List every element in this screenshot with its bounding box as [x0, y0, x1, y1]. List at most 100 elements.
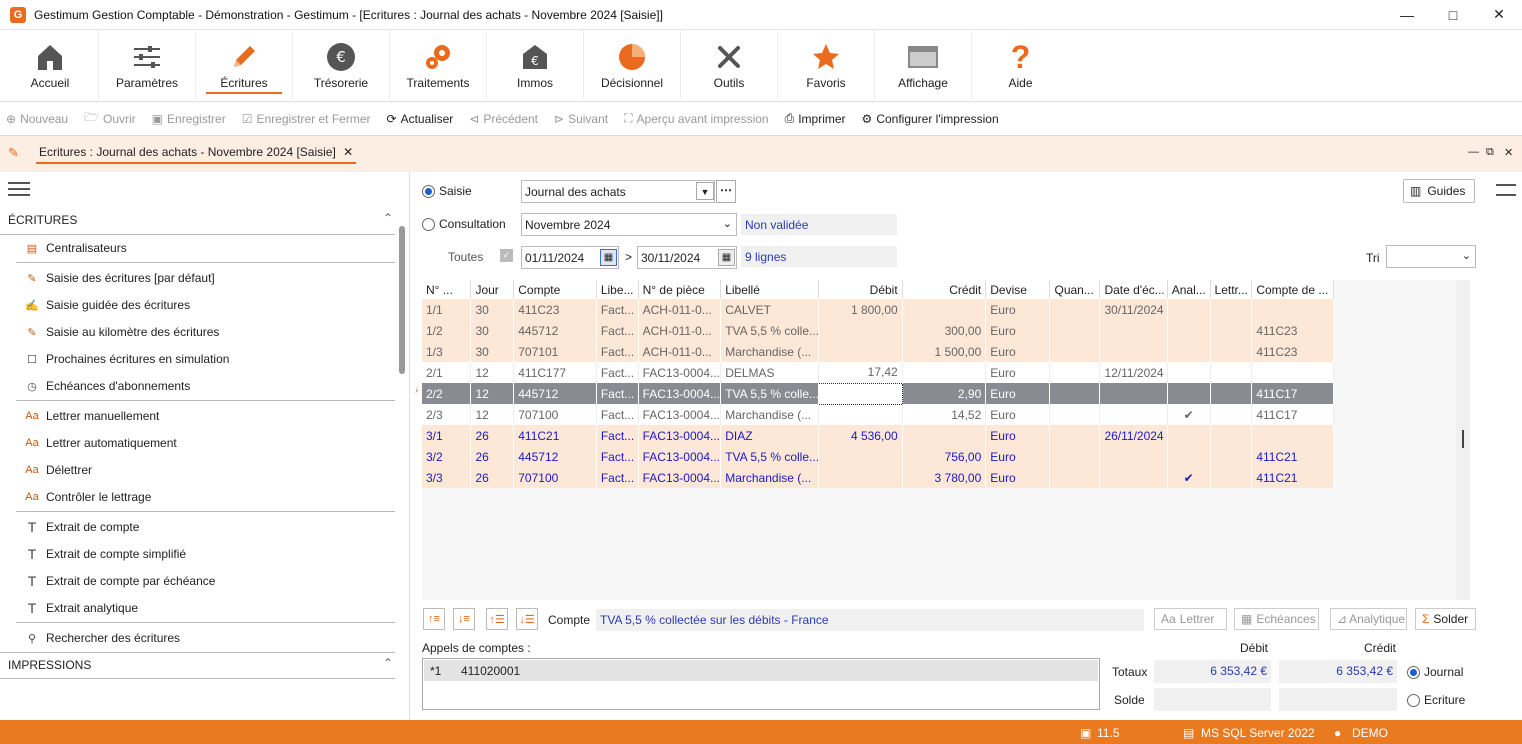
- table-cell[interactable]: [1099, 320, 1168, 341]
- table-cell[interactable]: [1210, 341, 1253, 362]
- table-cell[interactable]: 30: [470, 320, 515, 341]
- minimize-button[interactable]: —: [1384, 0, 1430, 30]
- table-cell[interactable]: 1/3: [422, 341, 472, 362]
- table-cell[interactable]: [1049, 467, 1101, 488]
- table-cell[interactable]: 3/2: [422, 446, 472, 467]
- table-row[interactable]: 2/1 12 411C177 Fact... FAC13-0004... DELMAS 17…: [422, 362, 1334, 383]
- table-cell[interactable]: [1210, 446, 1253, 467]
- nav-echeances-abonnements[interactable]: ◷ Echéances d'abonnements: [24, 378, 190, 394]
- journal-select[interactable]: Journal des achats: [521, 180, 715, 203]
- column-header[interactable]: Devise: [985, 280, 1051, 299]
- column-header[interactable]: Crédit: [902, 280, 987, 299]
- table-cell[interactable]: 411C23: [1251, 320, 1334, 341]
- scrollbar-thumb[interactable]: [1462, 430, 1464, 448]
- ribbon-ecritures[interactable]: Écritures: [196, 30, 293, 102]
- table-cell[interactable]: [1049, 320, 1101, 341]
- tri-select[interactable]: ⌄: [1386, 245, 1476, 268]
- table-cell[interactable]: 2,90: [902, 383, 987, 404]
- close-doc-icon[interactable]: ✕: [1504, 146, 1513, 159]
- ribbon-favoris[interactable]: Favoris: [778, 30, 875, 102]
- ribbon-outils[interactable]: Outils: [681, 30, 778, 102]
- table-cell[interactable]: 2/1: [422, 362, 472, 383]
- column-header[interactable]: Date d'éc...: [1099, 280, 1168, 299]
- table-cell[interactable]: FAC13-0004...: [638, 362, 722, 383]
- ouvrir-button[interactable]: 🗁 Ouvrir: [84, 108, 136, 129]
- table-cell[interactable]: [1167, 446, 1211, 467]
- table-cell[interactable]: Fact...: [596, 341, 639, 362]
- table-cell[interactable]: [1099, 341, 1168, 362]
- table-cell[interactable]: Marchandise (...: [720, 404, 820, 425]
- ribbon-accueil[interactable]: Accueil: [2, 30, 99, 102]
- table-cell[interactable]: [1099, 467, 1168, 488]
- column-header[interactable]: Quan...: [1049, 280, 1101, 299]
- table-cell[interactable]: Fact...: [596, 404, 639, 425]
- nav-controler-lettrage[interactable]: Aa Contrôler le lettrage: [24, 489, 151, 505]
- table-row[interactable]: 2/3 12 707100 Fact... FAC13-0004... Marchandi…: [422, 404, 1334, 425]
- table-cell[interactable]: Fact...: [596, 467, 639, 488]
- nav-saisie-kilometre[interactable]: ✎ Saisie au kilomètre des écritures: [24, 324, 219, 340]
- table-row[interactable]: 1/2 30 445712 Fact... ACH-011-0... TVA 5,5 % …: [422, 320, 1334, 341]
- table-cell[interactable]: [1210, 467, 1253, 488]
- table-cell[interactable]: [1049, 404, 1101, 425]
- table-cell[interactable]: 30: [470, 341, 515, 362]
- column-header[interactable]: Compte: [513, 280, 597, 299]
- nouveau-button[interactable]: ⊕ Nouveau: [6, 112, 68, 126]
- table-cell[interactable]: [1167, 320, 1211, 341]
- table-cell[interactable]: 1 800,00: [818, 299, 903, 320]
- table-cell[interactable]: 3 780,00: [902, 467, 987, 488]
- table-cell[interactable]: [1099, 383, 1168, 404]
- enregistrer-fermer-button[interactable]: ☑ Enregistrer et Fermer: [242, 112, 371, 126]
- minimize-doc-icon[interactable]: —: [1468, 146, 1479, 158]
- table-cell[interactable]: TVA 5,5 % colle...: [720, 446, 820, 467]
- column-header[interactable]: Anal...: [1167, 280, 1211, 299]
- table-cell[interactable]: [1210, 320, 1253, 341]
- table-cell[interactable]: 12: [470, 404, 515, 425]
- table-cell[interactable]: 1/1: [422, 299, 472, 320]
- table-cell[interactable]: [1049, 446, 1101, 467]
- analytique-button[interactable]: ⊿ Analytique: [1330, 608, 1407, 630]
- table-cell[interactable]: [1099, 404, 1168, 425]
- table-cell[interactable]: [1167, 425, 1211, 446]
- saisie-radio[interactable]: Saisie: [422, 184, 472, 198]
- table-cell[interactable]: [902, 425, 987, 446]
- table-cell[interactable]: 14,52: [902, 404, 987, 425]
- actualiser-button[interactable]: ⟳ Actualiser: [387, 112, 454, 126]
- period-select[interactable]: Novembre 2024 ⌄: [521, 213, 737, 236]
- close-tab-icon[interactable]: ✕: [343, 145, 353, 159]
- imprimer-button[interactable]: ⎙ Imprimer: [785, 111, 846, 126]
- table-cell[interactable]: 707101: [513, 341, 597, 362]
- ribbon-aide[interactable]: ? Aide: [972, 30, 1069, 102]
- ribbon-parametres[interactable]: Paramètres: [99, 30, 196, 102]
- table-cell[interactable]: [818, 382, 903, 405]
- table-cell[interactable]: 445712: [513, 383, 597, 404]
- apercu-button[interactable]: ⛶ Aperçu avant impression: [624, 111, 768, 126]
- table-cell[interactable]: [1049, 425, 1101, 446]
- table-cell[interactable]: [818, 467, 903, 488]
- table-cell[interactable]: Euro: [985, 383, 1051, 404]
- document-tab[interactable]: Ecritures : Journal des achats - Novembr…: [36, 145, 357, 164]
- ribbon-affichage[interactable]: Affichage: [875, 30, 972, 102]
- table-cell[interactable]: Fact...: [596, 299, 639, 320]
- column-header[interactable]: Compte de ...: [1251, 280, 1334, 299]
- table-cell[interactable]: [1210, 425, 1253, 446]
- nav-extrait-compte[interactable]: T Extrait de compte: [24, 519, 140, 535]
- table-cell[interactable]: 300,00: [902, 320, 987, 341]
- nav-extrait-simplifie[interactable]: T Extrait de compte simplifié: [24, 546, 186, 562]
- table-cell[interactable]: [818, 404, 903, 425]
- table-row[interactable]: 3/3 26 707100 Fact... FAC13-0004... Marchandi…: [422, 467, 1334, 488]
- table-cell[interactable]: [818, 446, 903, 467]
- nav-delettrer[interactable]: Aa Délettrer: [24, 462, 92, 478]
- table-cell[interactable]: 2/3: [422, 404, 472, 425]
- nav-lettrer-manuellement[interactable]: Aa Lettrer manuellement: [24, 408, 159, 424]
- column-header[interactable]: N° de pièce: [638, 280, 722, 299]
- table-row[interactable]: 3/1 26 411C21 Fact... FAC13-0004... DIAZ 4 536…: [422, 425, 1334, 446]
- insert-down-icon[interactable]: ↓☰: [516, 608, 538, 630]
- table-cell[interactable]: 3/3: [422, 467, 472, 488]
- table-cell[interactable]: 445712: [513, 446, 597, 467]
- column-header[interactable]: Libe...: [596, 280, 639, 299]
- table-cell[interactable]: Marchandise (...: [720, 341, 820, 362]
- table-cell[interactable]: 2/2: [422, 383, 472, 404]
- close-window-button[interactable]: ✕: [1476, 0, 1522, 30]
- table-cell[interactable]: CALVET: [720, 299, 820, 320]
- column-header[interactable]: N° ...: [422, 280, 472, 299]
